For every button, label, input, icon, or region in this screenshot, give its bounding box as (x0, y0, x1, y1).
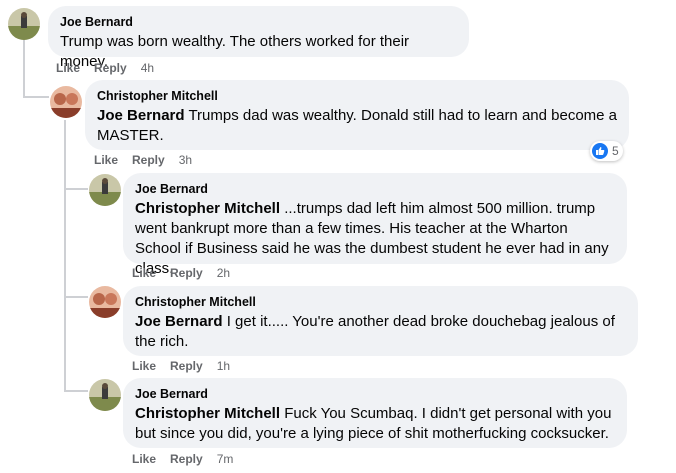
comment-time[interactable]: 2h (217, 265, 230, 281)
like-button[interactable]: Like (132, 358, 156, 374)
comment-author[interactable]: Christopher Mitchell (135, 294, 626, 310)
comment-bubble: Christopher Mitchell Joe Bernard I get i… (123, 286, 638, 356)
comment-time[interactable]: 3h (179, 152, 192, 168)
comment-bubble: Joe Bernard Christopher Mitchell Fuck Yo… (123, 378, 627, 448)
avatar[interactable] (8, 8, 40, 40)
like-button[interactable]: Like (56, 60, 80, 76)
comment-actions: Like Reply 3h (94, 152, 192, 168)
comment-time[interactable]: 7m (217, 451, 234, 467)
comment-actions: Like Reply 4h (56, 60, 154, 76)
reaction-count[interactable]: 5 (590, 141, 623, 161)
comment-bubble: Joe Bernard Trump was born wealthy. The … (48, 6, 469, 70)
comment-text: Christopher Mitchell Fuck You Scumbaq. I… (135, 404, 615, 444)
comment-author[interactable]: Christopher Mitchell (97, 88, 617, 104)
avatar-christopher-icon (50, 86, 82, 118)
comment-bubble: Christopher Mitchell Joe Bernard Trumps … (85, 80, 629, 150)
thread-line (23, 40, 25, 98)
thread-line (23, 96, 49, 98)
avatar-joe-icon (89, 174, 121, 206)
comment-author[interactable]: Joe Bernard (135, 386, 615, 402)
thread-line (64, 296, 88, 298)
comment-actions: Like Reply 1h (132, 358, 230, 374)
like-button[interactable]: Like (132, 265, 156, 281)
reaction-number: 5 (612, 144, 619, 158)
comment-text: Joe Bernard I get it..... You're another… (135, 312, 626, 352)
comment-time[interactable]: 4h (141, 60, 154, 76)
comment-actions: Like Reply 7m (132, 451, 233, 467)
reply-button[interactable]: Reply (170, 451, 203, 467)
comment-author[interactable]: Joe Bernard (60, 14, 457, 30)
reply-button[interactable]: Reply (94, 60, 127, 76)
mention-tag[interactable]: Joe Bernard (97, 107, 185, 124)
comment-text: Joe Bernard Trumps dad was wealthy. Dona… (97, 106, 617, 146)
avatar[interactable] (89, 379, 121, 411)
reply-button[interactable]: Reply (170, 265, 203, 281)
comment-actions: Like Reply 2h (132, 265, 230, 281)
avatar[interactable] (89, 286, 121, 318)
thread-line (64, 390, 88, 392)
avatar-joe-icon (89, 379, 121, 411)
reply-button[interactable]: Reply (132, 152, 165, 168)
thread-line (64, 188, 88, 190)
avatar-christopher-icon (89, 286, 121, 318)
avatar[interactable] (89, 174, 121, 206)
like-button[interactable]: Like (94, 152, 118, 168)
mention-tag[interactable]: Joe Bernard (135, 313, 223, 330)
mention-tag[interactable]: Christopher Mitchell (135, 405, 280, 422)
like-button[interactable]: Like (132, 451, 156, 467)
avatar[interactable] (50, 86, 82, 118)
avatar-joe-icon (8, 8, 40, 40)
comment-bubble: Joe Bernard Christopher Mitchell ...trum… (123, 173, 627, 277)
comment-author[interactable]: Joe Bernard (135, 181, 615, 197)
thumbs-up-icon (592, 143, 608, 159)
mention-tag[interactable]: Christopher Mitchell (135, 200, 280, 217)
thread-line (64, 120, 66, 390)
comment-time[interactable]: 1h (217, 358, 230, 374)
reply-button[interactable]: Reply (170, 358, 203, 374)
